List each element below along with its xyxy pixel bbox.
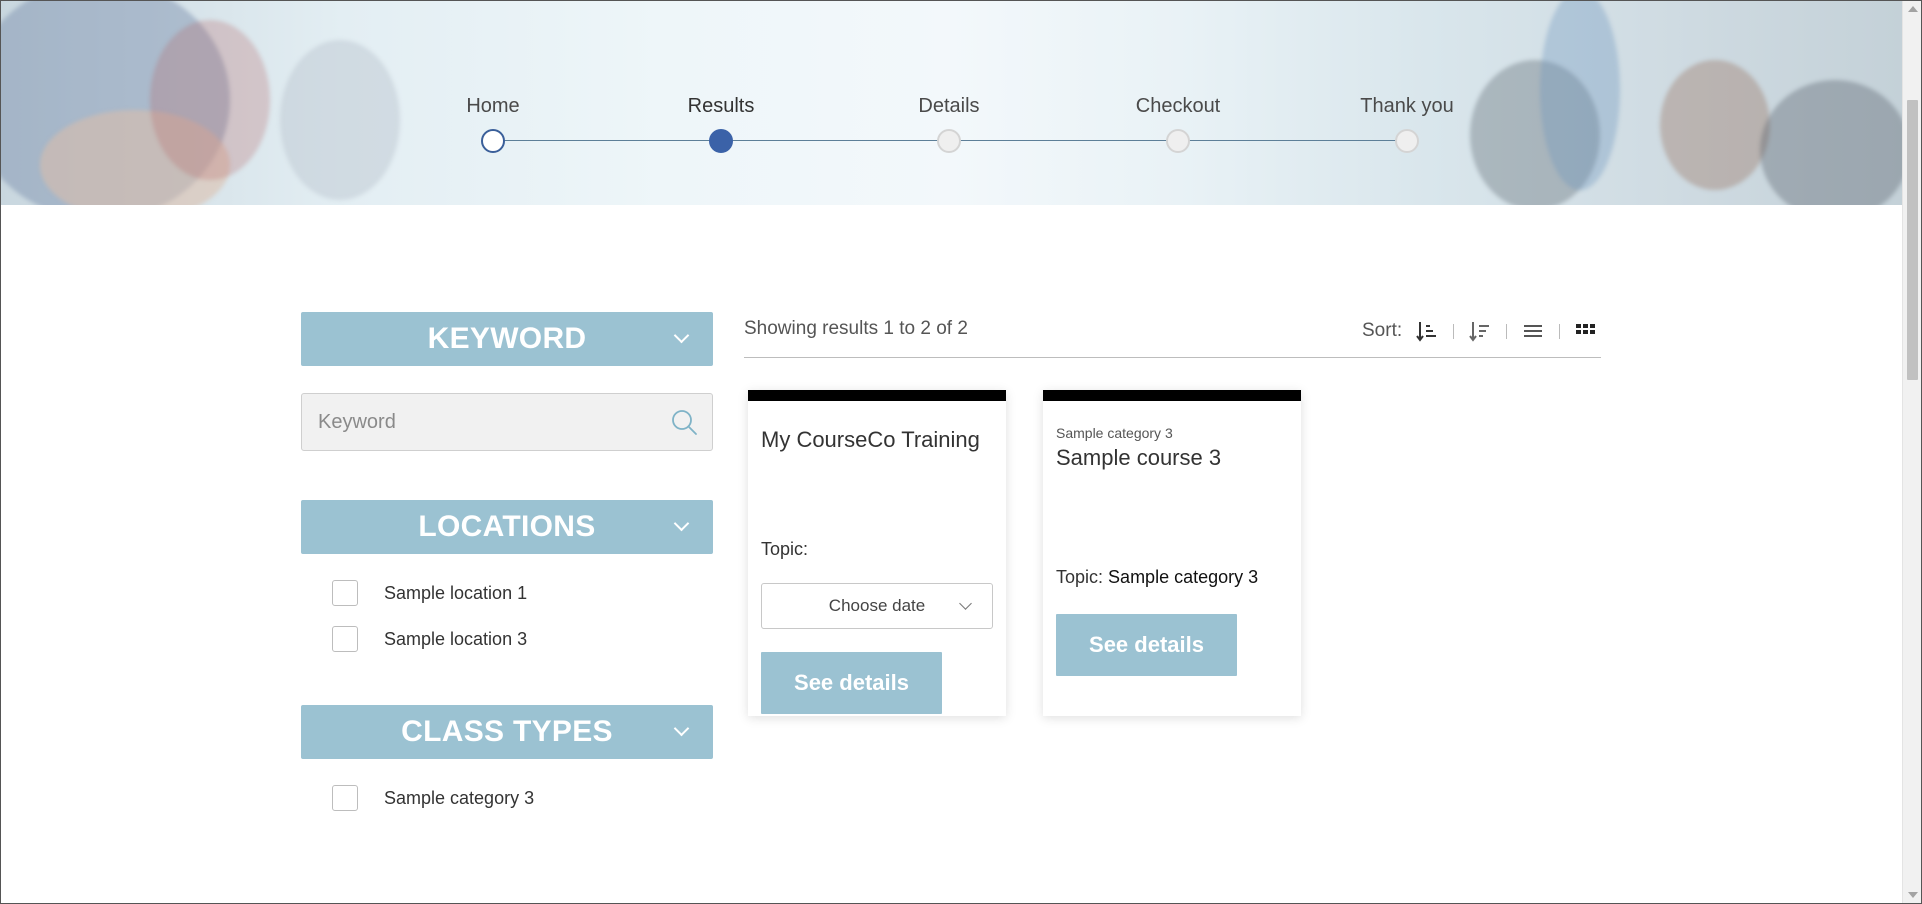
- chevron-down-icon: [673, 515, 690, 532]
- choose-date-select[interactable]: Choose date: [761, 583, 993, 629]
- chevron-down-icon: [959, 597, 972, 610]
- step-dot: [709, 129, 733, 153]
- location-option[interactable]: Sample location 3: [332, 624, 527, 654]
- topic-label: Topic:: [1056, 567, 1104, 587]
- grid-view-icon[interactable]: [1575, 320, 1597, 342]
- results-divider: [744, 357, 1601, 358]
- chevron-down-icon: [673, 327, 690, 344]
- hero-banner: Home Results Details Checkout Thank you: [0, 0, 1902, 205]
- see-details-button[interactable]: See details: [761, 652, 942, 714]
- scroll-thumb[interactable]: [1907, 100, 1918, 380]
- step-label: Results: [687, 95, 755, 117]
- step-dot: [1395, 129, 1419, 153]
- class-types-heading: CLASS TYPES: [401, 715, 613, 748]
- class-types-panel-header[interactable]: CLASS TYPES: [301, 705, 713, 759]
- step-dot: [937, 129, 961, 153]
- sort-descending-icon[interactable]: [1469, 320, 1491, 342]
- scroll-up-arrow-icon[interactable]: [1908, 6, 1918, 12]
- step-label: Details: [918, 95, 980, 117]
- step-thank-you[interactable]: Thank you: [1327, 92, 1487, 153]
- course-title[interactable]: My CourseCo Training: [761, 427, 980, 453]
- results-summary: Showing results 1 to 2 of 2: [744, 318, 968, 339]
- locations-heading: LOCATIONS: [418, 510, 596, 543]
- course-card: My CourseCo Training Topic: Choose date …: [748, 390, 1006, 716]
- checkbox[interactable]: [332, 580, 358, 606]
- sort-label: Sort:: [1362, 320, 1403, 341]
- keyword-search: [301, 393, 713, 451]
- location-option[interactable]: Sample location 1: [332, 578, 527, 608]
- step-label: Home: [466, 95, 520, 117]
- page-scrollbar[interactable]: [1902, 0, 1922, 904]
- scroll-down-arrow-icon[interactable]: [1908, 892, 1918, 898]
- keyword-input[interactable]: [302, 394, 658, 450]
- location-label: Sample location 3: [384, 628, 528, 649]
- sort-separator: [1559, 323, 1561, 339]
- step-dot: [481, 129, 505, 153]
- see-details-button[interactable]: See details: [1056, 614, 1237, 676]
- course-title[interactable]: Sample course 3: [1056, 445, 1221, 471]
- course-category: Sample category 3: [1056, 425, 1173, 441]
- topic-label: Topic:: [761, 539, 809, 559]
- sort-separator: [1453, 323, 1455, 339]
- list-view-icon[interactable]: [1522, 320, 1544, 342]
- date-select-value: Choose date: [828, 596, 926, 615]
- search-icon[interactable]: [670, 408, 698, 436]
- sort-separator: [1506, 323, 1508, 339]
- step-results[interactable]: Results: [641, 92, 801, 153]
- checkbox[interactable]: [332, 785, 358, 811]
- step-details[interactable]: Details: [869, 92, 1029, 153]
- topic-value: Sample category 3: [1108, 567, 1259, 587]
- location-label: Sample location 1: [384, 582, 528, 603]
- keyword-panel-header[interactable]: KEYWORD: [301, 312, 713, 366]
- sort-toolbar: Sort:: [1362, 318, 1597, 344]
- course-topic: Topic: Sample category 3: [1056, 567, 1258, 588]
- course-topic: Topic:: [761, 539, 808, 560]
- step-checkout[interactable]: Checkout: [1098, 92, 1258, 153]
- class-type-option[interactable]: Sample category 3: [332, 783, 534, 813]
- checkbox[interactable]: [332, 626, 358, 652]
- sort-ascending-icon[interactable]: [1416, 320, 1438, 342]
- step-label: Thank you: [1360, 95, 1454, 117]
- progress-stepper: Home Results Details Checkout Thank you: [0, 0, 1902, 205]
- step-label: Checkout: [1135, 95, 1221, 117]
- class-type-label: Sample category 3: [384, 787, 535, 808]
- course-card: Sample category 3 Sample course 3 Topic:…: [1043, 390, 1301, 716]
- step-home[interactable]: Home: [413, 92, 573, 153]
- keyword-heading: KEYWORD: [427, 322, 587, 355]
- chevron-down-icon: [673, 720, 690, 737]
- step-dot: [1166, 129, 1190, 153]
- locations-panel-header[interactable]: LOCATIONS: [301, 500, 713, 554]
